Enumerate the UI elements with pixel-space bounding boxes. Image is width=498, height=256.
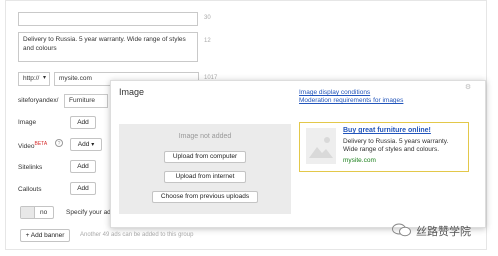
display-toggle[interactable]: no (20, 206, 54, 219)
ad-text-input[interactable]: Delivery to Russia. 5 year warranty. Wid… (18, 32, 198, 62)
image-add-button[interactable]: Add (70, 116, 96, 129)
toggle-label: no (40, 209, 48, 216)
image-placeholder-icon (306, 128, 336, 164)
path-input[interactable]: Furniture (64, 94, 108, 108)
choose-previous-uploads-button[interactable]: Choose from previous uploads (152, 191, 258, 203)
toggle-knob (21, 207, 35, 218)
title-input[interactable] (18, 12, 198, 26)
watermark-text: 丝路赞学院 (416, 225, 471, 238)
help-icon[interactable]: ? (55, 139, 63, 147)
image-label: Image (18, 119, 37, 126)
wechat-icon (392, 223, 412, 237)
add-banner-button[interactable]: + Add banner (20, 229, 70, 242)
preview-title[interactable]: Buy great furniture online! (343, 127, 431, 134)
upload-from-internet-button[interactable]: Upload from internet (164, 171, 246, 183)
sitelinks-label: Sitelinks (18, 164, 43, 171)
specify-text: Specify your ad (66, 209, 111, 216)
video-label: VideoBETA (18, 141, 48, 151)
sitelinks-add-button[interactable]: Add (70, 160, 96, 173)
beta-badge: BETA (34, 141, 48, 147)
chevron-down-icon: ▾ (42, 75, 46, 81)
close-icon[interactable]: ⚙ (464, 84, 472, 92)
text-char-count: 12 (204, 38, 211, 44)
moderation-requirements-link[interactable]: Moderation requirements for images (299, 97, 403, 104)
image-display-conditions-link[interactable]: Image display conditions (299, 89, 370, 96)
video-add-button[interactable]: Add ▾ (70, 138, 102, 151)
preview-text: Delivery to Russia. 5 years warranty. Wi… (343, 138, 449, 153)
preview-domain: mysite.com (343, 157, 376, 164)
image-not-added-text: Image not added (178, 133, 232, 140)
chevron-down-icon: ▾ (91, 142, 95, 148)
callouts-label: Callouts (18, 186, 42, 193)
banner-hint: Another 49 ads can be added to this grou… (80, 232, 194, 238)
upload-from-computer-button[interactable]: Upload from computer (164, 151, 246, 163)
protocol-select[interactable]: http:// ▾ (18, 72, 50, 86)
callouts-add-button[interactable]: Add (70, 182, 96, 195)
title-char-count: 30 (204, 15, 211, 21)
modal-title: Image (119, 87, 145, 97)
path-prefix: siteforyandex/ (18, 97, 59, 104)
